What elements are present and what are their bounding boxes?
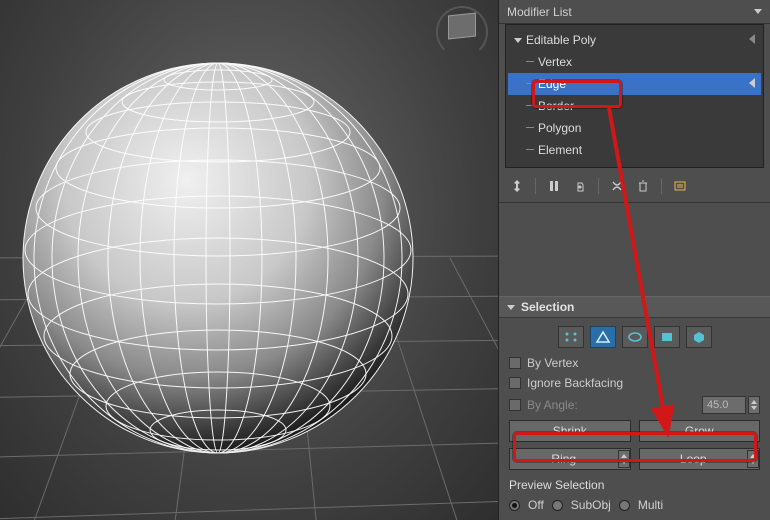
modifier-list-dropdown[interactable]: Modifier List bbox=[499, 0, 770, 24]
checkbox-label: Ignore Backfacing bbox=[527, 376, 623, 390]
remove-modifier-icon[interactable] bbox=[609, 178, 625, 194]
expand-icon[interactable] bbox=[514, 38, 522, 43]
loop-button[interactable]: Loop bbox=[639, 448, 761, 470]
button-label: Loop bbox=[640, 452, 748, 466]
modifier-list-label: Modifier List bbox=[507, 5, 572, 19]
button-label: Shrink bbox=[510, 424, 630, 438]
level-edge-button[interactable] bbox=[590, 326, 616, 348]
checkbox-label: By Vertex bbox=[527, 356, 578, 370]
checkbox-icon bbox=[509, 357, 521, 369]
spinner-arrows[interactable] bbox=[618, 450, 630, 468]
preview-selection-label: Preview Selection bbox=[509, 478, 760, 492]
radio-label: Multi bbox=[638, 498, 663, 512]
radio-subobj[interactable] bbox=[552, 500, 563, 511]
subobject-polygon[interactable]: Polygon bbox=[508, 117, 761, 139]
shrink-button[interactable]: Shrink bbox=[509, 420, 631, 442]
preview-selection-radios: Off SubObj Multi bbox=[509, 498, 760, 512]
button-label: Ring bbox=[510, 452, 618, 466]
ignore-backfacing-checkbox[interactable]: Ignore Backfacing bbox=[509, 376, 760, 390]
spinner-arrows[interactable] bbox=[747, 450, 759, 468]
stack-toolbar bbox=[499, 174, 770, 203]
show-end-result-icon[interactable] bbox=[546, 178, 562, 194]
chevron-left-icon bbox=[749, 78, 755, 88]
button-label: Grow bbox=[640, 424, 760, 438]
by-angle-input[interactable] bbox=[702, 396, 746, 414]
chevron-down-icon bbox=[507, 305, 515, 310]
trash-icon[interactable] bbox=[635, 178, 651, 194]
subobject-level-buttons bbox=[509, 324, 760, 350]
radio-off[interactable] bbox=[509, 500, 520, 511]
configure-sets-icon[interactable] bbox=[672, 178, 688, 194]
radio-multi[interactable] bbox=[619, 500, 630, 511]
command-panel: Modifier List Editable Poly Vertex Edge … bbox=[498, 0, 770, 520]
by-vertex-checkbox[interactable]: By Vertex bbox=[509, 356, 760, 370]
spinner-arrows[interactable] bbox=[748, 396, 760, 414]
chevron-down-icon bbox=[754, 9, 762, 14]
radio-label: Off bbox=[528, 498, 544, 512]
selection-rollup-header[interactable]: Selection bbox=[499, 296, 770, 318]
by-angle-row: By Angle: bbox=[509, 396, 760, 414]
make-unique-icon[interactable] bbox=[572, 178, 588, 194]
subobject-label: Border bbox=[538, 99, 574, 113]
subobject-edge[interactable]: Edge bbox=[508, 73, 761, 95]
ring-button[interactable]: Ring bbox=[509, 448, 631, 470]
subobject-label: Vertex bbox=[538, 55, 572, 69]
chevron-left-icon bbox=[749, 34, 755, 44]
subobject-label: Element bbox=[538, 143, 582, 157]
viewcube-gizmo[interactable] bbox=[432, 2, 492, 62]
checkbox-icon bbox=[509, 377, 521, 389]
rollup-title: Selection bbox=[521, 300, 574, 314]
by-angle-label: By Angle: bbox=[527, 398, 578, 412]
selection-rollup-body: By Vertex Ignore Backfacing By Angle: Sh… bbox=[499, 318, 770, 520]
stack-item-editable-poly[interactable]: Editable Poly bbox=[508, 29, 761, 51]
subobject-label: Polygon bbox=[538, 121, 581, 135]
subobject-label: Edge bbox=[538, 77, 566, 91]
pin-icon[interactable] bbox=[509, 178, 525, 194]
level-vertex-button[interactable] bbox=[558, 326, 584, 348]
grow-button[interactable]: Grow bbox=[639, 420, 761, 442]
modifier-stack: Editable Poly Vertex Edge Border Polygon… bbox=[505, 24, 764, 168]
viewport-3d[interactable] bbox=[0, 0, 498, 520]
subobject-element[interactable]: Element bbox=[508, 139, 761, 161]
app-root: Modifier List Editable Poly Vertex Edge … bbox=[0, 0, 770, 520]
level-polygon-button[interactable] bbox=[654, 326, 680, 348]
viewport-scene bbox=[0, 0, 498, 520]
stack-item-label: Editable Poly bbox=[526, 33, 596, 47]
subobject-border[interactable]: Border bbox=[508, 95, 761, 117]
level-border-button[interactable] bbox=[622, 326, 648, 348]
checkbox-icon[interactable] bbox=[509, 399, 521, 411]
level-element-button[interactable] bbox=[686, 326, 712, 348]
subobject-vertex[interactable]: Vertex bbox=[508, 51, 761, 73]
by-angle-spinner[interactable] bbox=[702, 396, 760, 414]
radio-label: SubObj bbox=[571, 498, 611, 512]
